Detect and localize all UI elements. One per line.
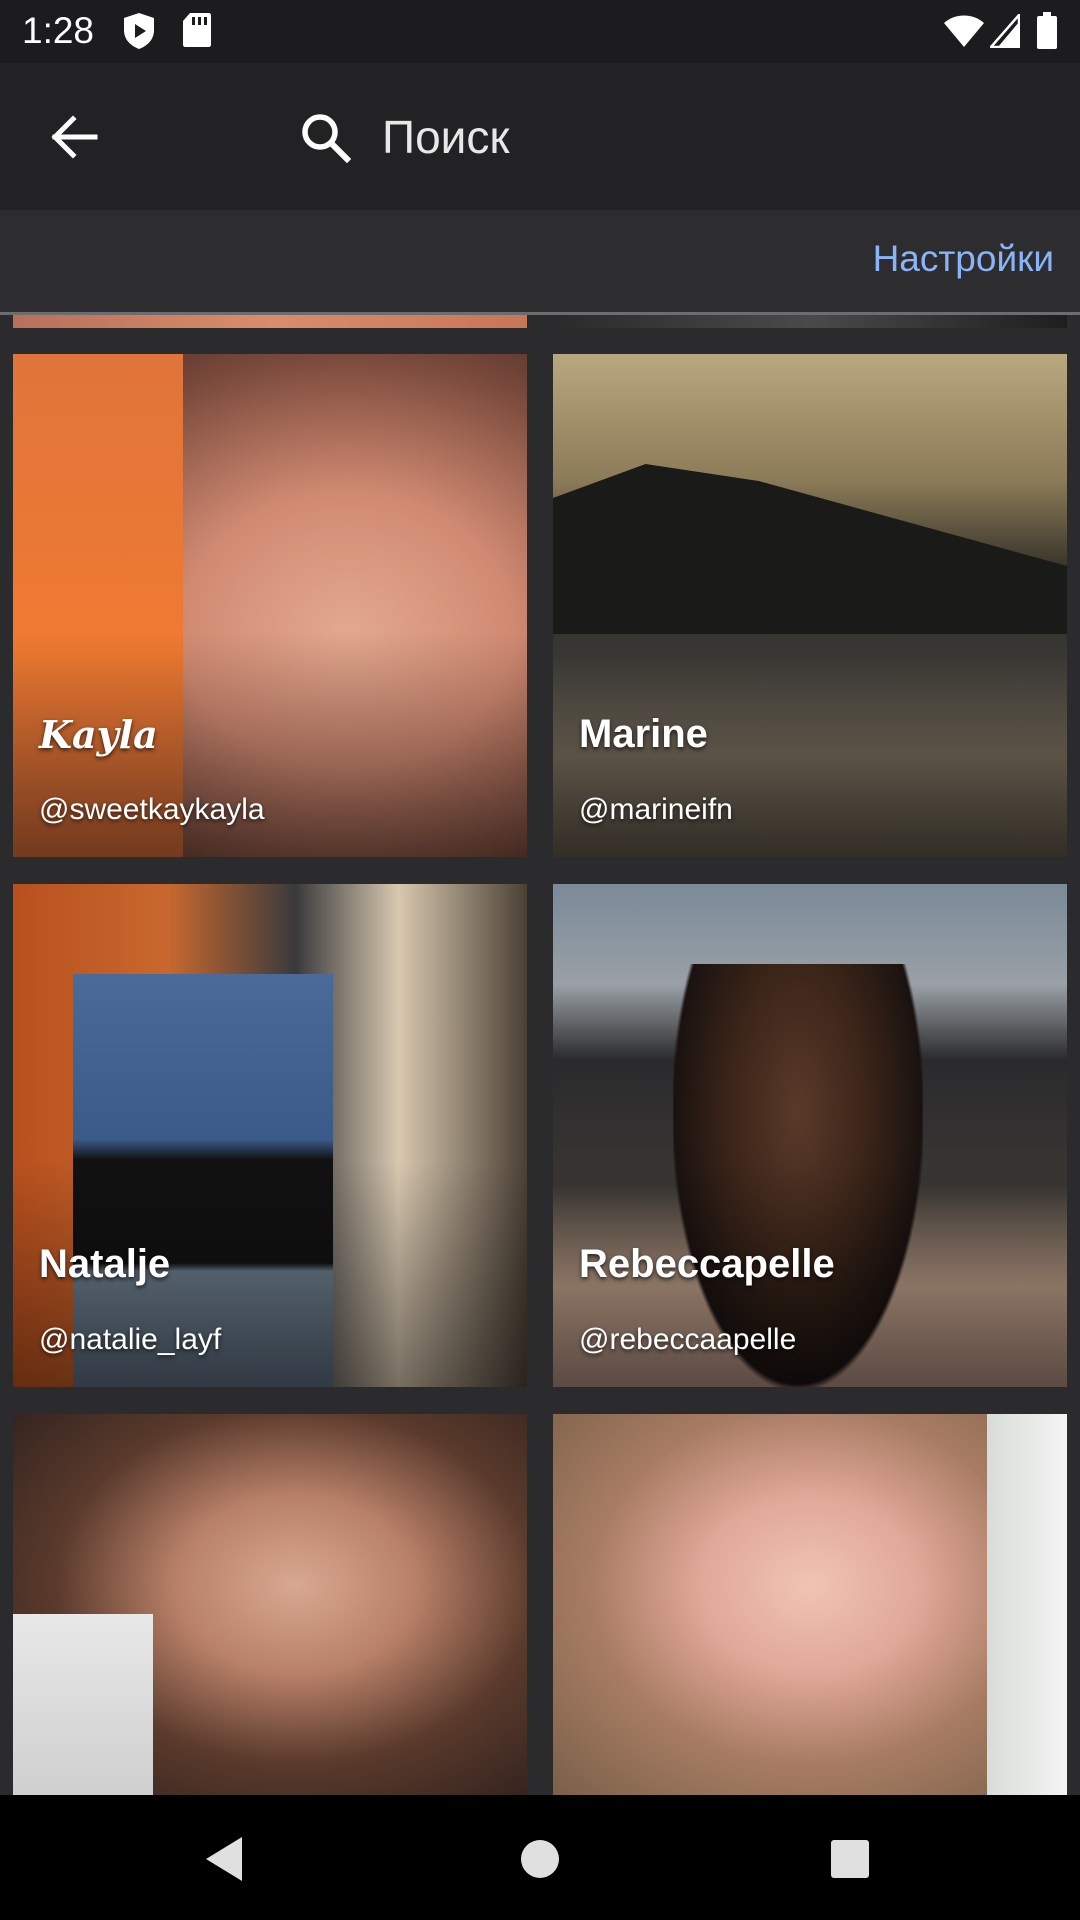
search-bar[interactable]	[290, 91, 990, 183]
status-time: 1:28	[22, 10, 95, 51]
play-protect-icon	[122, 12, 156, 55]
home-circle-icon	[521, 1840, 559, 1878]
profile-handle: @natalie_layf	[39, 1323, 222, 1356]
arrow-back-icon	[51, 115, 98, 159]
profile-grid: Kayla @sweetkaykayla Marine @marineifn N…	[0, 315, 1080, 1795]
profile-photo	[987, 1414, 1067, 1795]
profile-handle: @marineifn	[579, 793, 733, 826]
profile-name: Kayla	[39, 712, 158, 757]
profile-card[interactable]: Rebeccapelle @rebeccaapelle	[553, 884, 1067, 1387]
profile-card[interactable]: Natalje @natalie_layf	[13, 884, 527, 1387]
sd-card-icon	[182, 12, 212, 53]
search-input[interactable]	[380, 109, 964, 165]
recents-square-icon	[831, 1840, 869, 1878]
profile-card[interactable]: Kayla @sweetkaykayla	[13, 354, 527, 857]
profile-photo	[553, 464, 1067, 634]
profile-handle: @rebeccaapelle	[579, 1323, 797, 1356]
settings-bar: Настройки	[0, 210, 1080, 315]
wifi-icon	[943, 14, 985, 53]
app-bar	[0, 63, 1080, 210]
profile-handle: @sweetkaykayla	[39, 793, 265, 826]
signal-icon	[988, 11, 1021, 53]
back-button[interactable]	[30, 99, 120, 175]
nav-back-button[interactable]	[192, 1827, 256, 1891]
profile-card[interactable]	[13, 1414, 527, 1795]
nav-recents-button[interactable]	[818, 1827, 882, 1891]
battery-icon	[1036, 12, 1058, 55]
profile-photo	[13, 1614, 153, 1795]
partial-tile-photo[interactable]	[553, 315, 1067, 328]
nav-home-button[interactable]	[508, 1827, 572, 1891]
profile-name: Rebeccapelle	[579, 1242, 835, 1286]
partial-tile-photo[interactable]	[13, 315, 527, 328]
profile-card[interactable]: Marine @marineifn	[553, 354, 1067, 857]
system-nav-bar	[0, 1795, 1080, 1920]
profile-name: Natalje	[39, 1242, 171, 1286]
search-icon[interactable]	[290, 102, 360, 172]
profile-name: Marine	[579, 712, 708, 756]
profile-card[interactable]	[553, 1414, 1067, 1795]
status-bar: 1:28	[0, 0, 1080, 63]
settings-link[interactable]: Настройки	[873, 238, 1054, 280]
back-triangle-icon	[206, 1837, 242, 1881]
